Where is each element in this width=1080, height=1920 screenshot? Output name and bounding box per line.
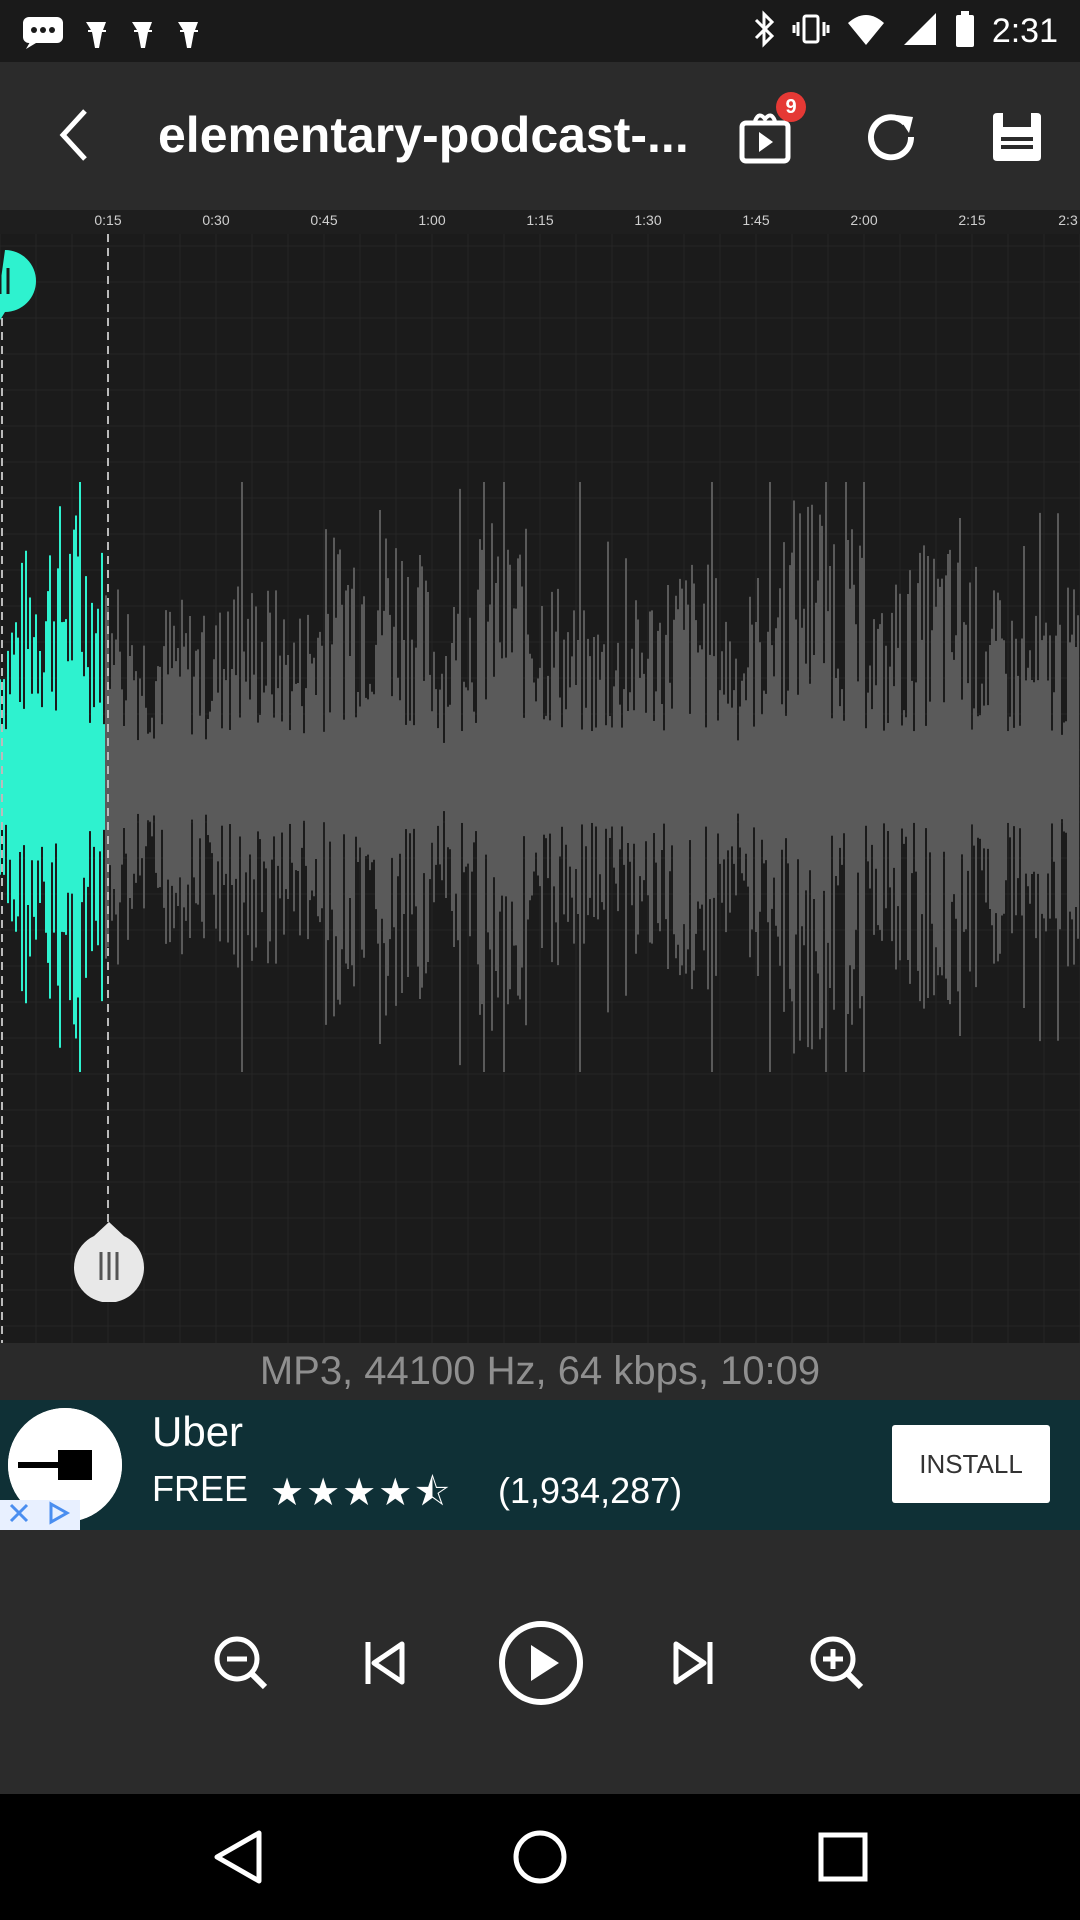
notification-icon: [174, 12, 202, 57]
save-icon: [993, 113, 1041, 161]
skip-previous-icon: [365, 1641, 405, 1685]
timeline-tick-label: 1:15: [526, 212, 554, 228]
timeline-tick-label: 0:15: [94, 212, 122, 228]
status-bar: 2:31: [0, 0, 1080, 62]
chevron-left-icon: [59, 109, 87, 161]
timeline-tick-label: 1:30: [634, 212, 662, 228]
notification-icon: [128, 12, 156, 57]
ad-banner[interactable]: Uber FREE ★★★★⯪ (1,934,287) INSTALL: [0, 1400, 1080, 1530]
waveform-editor[interactable]: 0:15 0:30 0:45 1:00 1:15 1:30 1:45 2:00 …: [0, 210, 1080, 1343]
notification-icon: [82, 12, 110, 57]
play-button[interactable]: [496, 1618, 586, 1708]
timeline-tick-label: 1:00: [418, 212, 446, 228]
play-icon: [499, 1621, 583, 1705]
start-marker-handle[interactable]: [0, 250, 36, 321]
ad-app-name: Uber: [152, 1408, 244, 1455]
skip-previous-button[interactable]: [350, 1628, 420, 1698]
timeline-tick-label: 0:30: [202, 212, 230, 228]
bluetooth-icon: [752, 10, 776, 53]
playhead-handle[interactable]: [74, 1222, 144, 1303]
install-button[interactable]: INSTALL: [892, 1425, 1050, 1503]
navigation-bar: [0, 1794, 1080, 1920]
timeline-tick-label: 0:45: [310, 212, 338, 228]
ad-choices-icon[interactable]: [45, 1500, 73, 1530]
ad-rating-stars: ★★★★⯪: [270, 1472, 453, 1514]
timeline-tick-label: 2:00: [850, 212, 878, 228]
waveform-canvas[interactable]: [0, 210, 1080, 1343]
ad-price: FREE: [152, 1468, 249, 1509]
save-button[interactable]: [982, 102, 1052, 172]
recents-square-icon: [818, 1832, 868, 1882]
zoom-in-button[interactable]: [802, 1628, 872, 1698]
back-triangle-icon: [214, 1830, 262, 1884]
nav-home-button[interactable]: [505, 1822, 575, 1892]
back-button[interactable]: [40, 100, 110, 170]
timeline-tick-label: 2:3: [1058, 212, 1078, 228]
ad-rating-count: (1,934,287): [498, 1470, 683, 1511]
signal-icon: [902, 11, 938, 52]
nav-recents-button[interactable]: [808, 1822, 878, 1892]
battery-icon: [954, 10, 976, 53]
refresh-icon: [868, 114, 915, 161]
timeline-tick-label: 1:45: [742, 212, 770, 228]
zoom-out-button[interactable]: [206, 1628, 276, 1698]
home-circle-icon: [513, 1830, 567, 1884]
zoom-in-icon: [810, 1636, 864, 1690]
refresh-button[interactable]: [856, 102, 926, 172]
timeline-tick-label: 2:15: [958, 212, 986, 228]
video-gift-button[interactable]: 9: [730, 92, 806, 172]
notification-badge: 9: [776, 92, 806, 122]
skip-next-icon: [673, 1641, 713, 1685]
skip-next-button[interactable]: [658, 1628, 728, 1698]
page-title: elementary-podcast-...: [158, 107, 689, 163]
app-bar: elementary-podcast-... 9: [0, 62, 1080, 210]
ad-choices[interactable]: [0, 1500, 80, 1530]
status-time: 2:31: [991, 12, 1058, 50]
vibrate-icon: [792, 10, 830, 53]
playback-controls: [0, 1530, 1080, 1794]
file-info: MP3, 44100 Hz, 64 kbps, 10:09: [0, 1343, 1080, 1400]
zoom-out-icon: [214, 1636, 268, 1690]
wifi-icon: [846, 11, 886, 52]
nav-back-button[interactable]: [202, 1822, 272, 1892]
messages-icon: [22, 15, 64, 54]
timeline-ruler: 0:15 0:30 0:45 1:00 1:15 1:30 1:45 2:00 …: [0, 210, 1080, 234]
close-icon[interactable]: [7, 1501, 31, 1530]
